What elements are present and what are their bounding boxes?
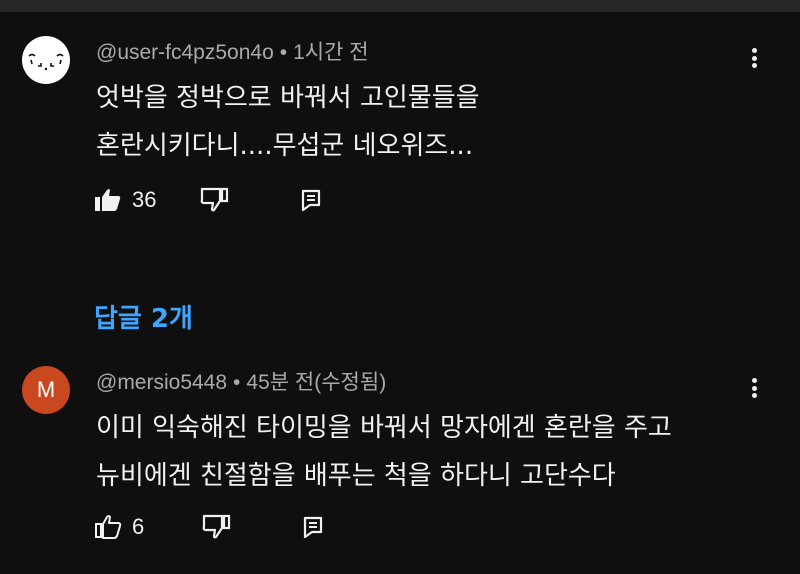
comment-text: 이미 익숙해진 타이밍을 바꿔서 망자에겐 혼란을 주고 뉴비에겐 친절함을 배…: [96, 404, 672, 500]
comment-meta: @user-fc4pz5on4o • 1시간 전: [96, 36, 369, 66]
like-button[interactable]: 6: [94, 514, 144, 540]
comment-line: 엇박을 정박으로 바꿔서 고인물들을: [96, 83, 480, 113]
doodle-face-icon: [28, 53, 64, 71]
more-vert-icon[interactable]: [742, 46, 766, 70]
reply-icon: [304, 516, 323, 539]
comment-time[interactable]: 45분 전(수정됨): [246, 371, 386, 394]
thumbs-up-icon: [95, 515, 122, 539]
dislike-button[interactable]: [200, 187, 230, 213]
like-count: 6: [132, 514, 145, 539]
avatar[interactable]: M: [22, 366, 70, 414]
comment-meta: @mersio5448 • 45분 전(수정됨): [96, 366, 386, 396]
more-vert-icon[interactable]: [742, 376, 766, 400]
thumbs-down-icon: [202, 514, 231, 539]
comment-time[interactable]: 1시간 전: [293, 41, 368, 64]
comment-line: 혼란시키다니....무섭군 네오위즈...: [96, 131, 474, 161]
like-button[interactable]: 36: [94, 187, 156, 213]
comment-line: 이미 익숙해진 타이밍을 바꿔서 망자에겐 혼란을 주고: [96, 413, 672, 443]
avatar[interactable]: [22, 36, 70, 84]
comment-actions: 6: [94, 510, 324, 544]
separator-dot: •: [279, 41, 288, 64]
top-bar: [0, 0, 800, 12]
dislike-button[interactable]: [202, 514, 232, 540]
comment-line: 뉴비에겐 친절함을 배푸는 척을 하다니 고단수다: [96, 461, 616, 491]
comment-text: 엇박을 정박으로 바꿔서 고인물들을 혼란시키다니....무섭군 네오위즈...: [96, 74, 480, 170]
comment-author[interactable]: @mersio5448: [96, 371, 227, 394]
comment-author[interactable]: @user-fc4pz5on4o: [96, 41, 274, 64]
view-replies-link[interactable]: 답글 2개: [94, 298, 193, 335]
comment-actions: 36: [94, 183, 322, 217]
reply-icon: [302, 189, 321, 212]
thumbs-up-icon: [95, 189, 121, 211]
reply-button[interactable]: [302, 515, 324, 539]
thumbs-down-icon: [201, 187, 229, 212]
separator-dot: •: [233, 371, 241, 394]
reply-button[interactable]: [300, 188, 322, 212]
like-count: 36: [132, 187, 157, 212]
